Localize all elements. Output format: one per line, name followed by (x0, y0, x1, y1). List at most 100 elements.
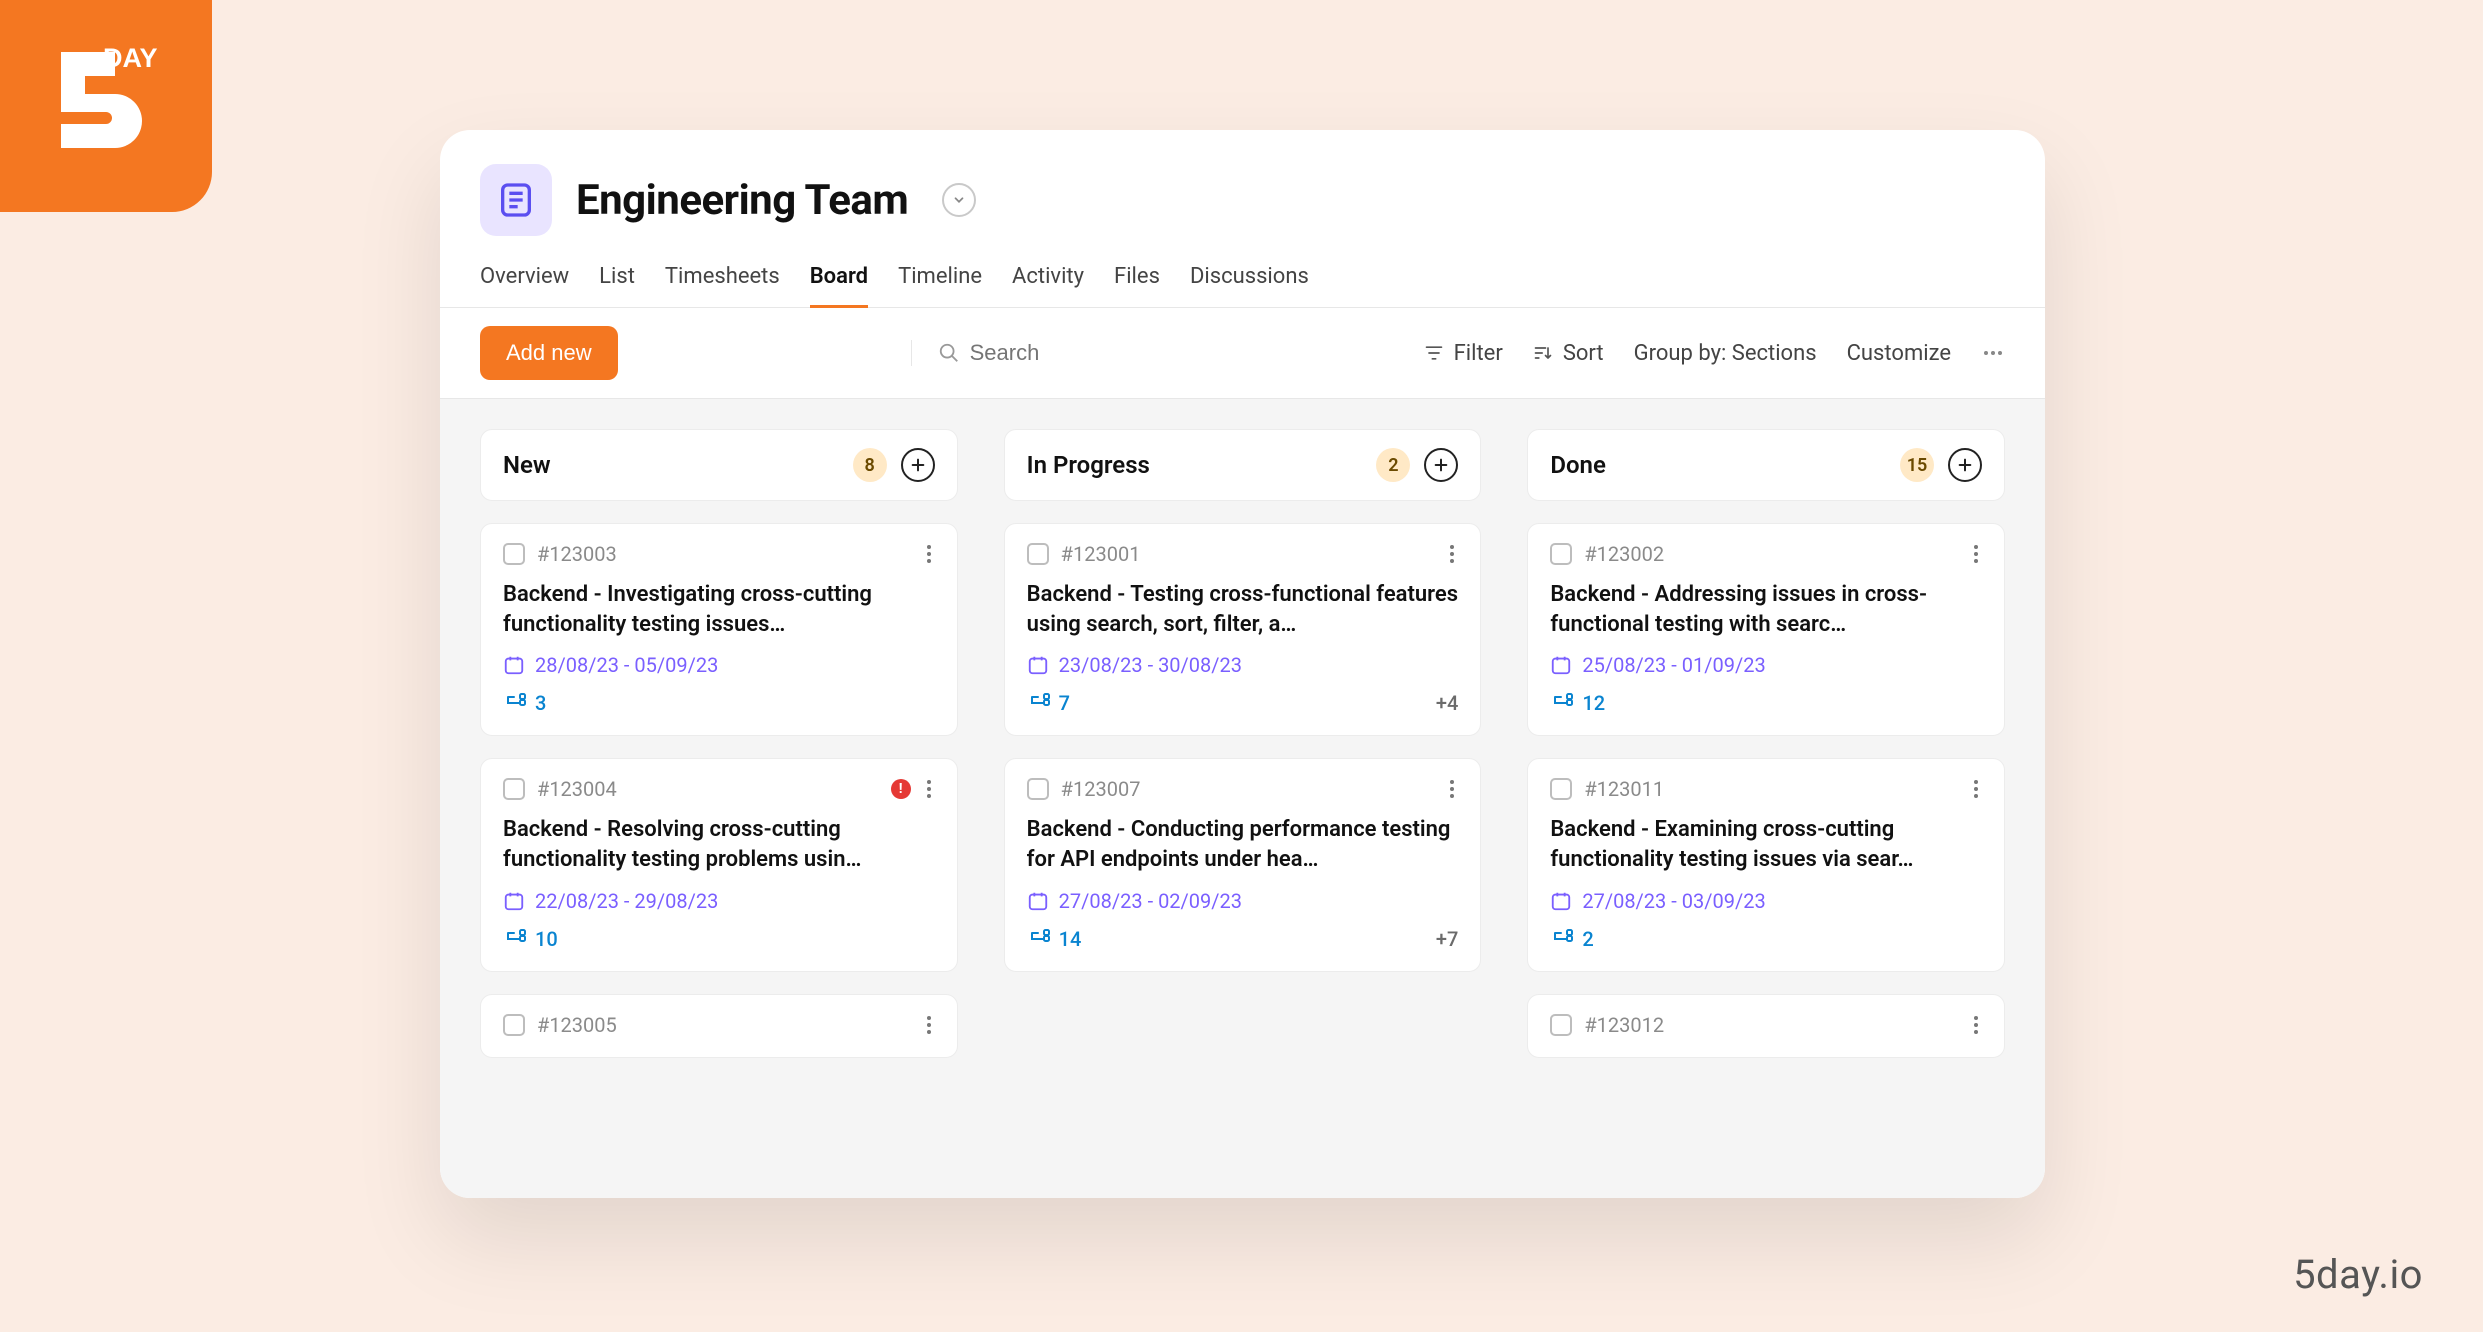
column-count-badge: 2 (1376, 448, 1410, 482)
subtask-count: 14 (1059, 927, 1082, 951)
calendar-icon (1550, 654, 1572, 676)
task-footer: 3 (503, 691, 935, 715)
project-title: Engineering Team (576, 176, 908, 225)
tab-files[interactable]: Files (1114, 264, 1160, 307)
column-title: Done (1550, 451, 1606, 479)
subtask-count: 2 (1582, 927, 1593, 951)
task-id: #123001 (1061, 542, 1141, 566)
subtasks-icon (1550, 927, 1574, 951)
card-more-button[interactable] (1446, 780, 1458, 798)
task-card[interactable]: #123011 Backend - Examining cross-cuttin… (1527, 758, 2005, 971)
project-icon (480, 164, 552, 236)
filter-button[interactable]: Filter (1424, 341, 1503, 366)
tab-timesheets[interactable]: Timesheets (665, 264, 780, 307)
tab-overview[interactable]: Overview (480, 264, 569, 307)
tab-board[interactable]: Board (810, 264, 868, 308)
column-new: New 8 #123003 Backend - Investigating cr… (480, 429, 958, 1198)
filter-label: Filter (1454, 341, 1503, 366)
subtasks-icon (1027, 691, 1051, 715)
brand-badge: DAY (0, 0, 212, 212)
task-id: #123003 (537, 542, 617, 566)
more-horizontal-icon (1981, 341, 2005, 365)
sort-icon (1533, 343, 1553, 363)
plus-icon (1433, 457, 1449, 473)
column-in-progress: In Progress 2 #123001 Backend - Testing … (1004, 429, 1482, 1198)
calendar-icon (1027, 654, 1049, 676)
toolbar: Add new Filter Sort Group by: Sections C… (440, 308, 2045, 399)
task-date-range: 23/08/23 - 30/08/23 (1059, 653, 1242, 677)
task-footer: 10 (503, 927, 935, 951)
column-header: In Progress 2 (1004, 429, 1482, 501)
filter-icon (1424, 343, 1444, 363)
task-id: #123004 (537, 777, 617, 801)
subtask-count: 12 (1582, 691, 1605, 715)
task-id: #123002 (1584, 542, 1664, 566)
column-title: In Progress (1027, 451, 1150, 479)
column-add-button[interactable] (1424, 448, 1458, 482)
group-by-button[interactable]: Group by: Sections (1634, 341, 1817, 366)
avatar-overflow: +4 (1436, 691, 1458, 715)
brand-logo-icon: DAY (31, 31, 181, 181)
column-count-badge: 15 (1900, 448, 1934, 482)
tab-timeline[interactable]: Timeline (898, 264, 982, 307)
task-card[interactable]: #123005 (480, 994, 958, 1058)
task-id: #123012 (1584, 1013, 1664, 1037)
plus-icon (910, 457, 926, 473)
task-card[interactable]: #123012 (1527, 994, 2005, 1058)
column-add-button[interactable] (901, 448, 935, 482)
task-title: Backend - Addressing issues in cross-fun… (1550, 580, 1982, 639)
search-field[interactable] (911, 340, 1131, 366)
tab-bar: Overview List Timesheets Board Timeline … (440, 246, 2045, 308)
task-title: Backend - Investigating cross-cutting fu… (503, 580, 935, 639)
task-card[interactable]: #123001 Backend - Testing cross-function… (1004, 523, 1482, 736)
search-icon (938, 342, 960, 364)
task-checkbox[interactable] (503, 543, 525, 565)
task-footer: 14 +7 (1027, 927, 1459, 951)
card-more-button[interactable] (1970, 1016, 1982, 1034)
sort-button[interactable]: Sort (1533, 341, 1604, 366)
card-more-button[interactable] (923, 780, 935, 798)
task-checkbox[interactable] (1027, 778, 1049, 800)
project-header: Engineering Team (440, 130, 2045, 246)
task-checkbox[interactable] (1550, 778, 1572, 800)
card-more-button[interactable] (923, 545, 935, 563)
calendar-icon (503, 890, 525, 912)
task-checkbox[interactable] (503, 1014, 525, 1036)
subtasks-icon (503, 927, 527, 951)
task-id: #123007 (1061, 777, 1141, 801)
customize-button[interactable]: Customize (1847, 341, 1951, 366)
avatar-overflow: +7 (1436, 927, 1458, 951)
card-more-button[interactable] (1446, 545, 1458, 563)
task-checkbox[interactable] (503, 778, 525, 800)
task-card[interactable]: #123004 ! Backend - Resolving cross-cutt… (480, 758, 958, 971)
task-checkbox[interactable] (1550, 1014, 1572, 1036)
subtask-count: 10 (535, 927, 558, 951)
task-checkbox[interactable] (1550, 543, 1572, 565)
calendar-icon (503, 654, 525, 676)
task-dates: 22/08/23 - 29/08/23 (503, 889, 935, 913)
task-date-range: 27/08/23 - 03/09/23 (1582, 889, 1765, 913)
task-card[interactable]: #123002 Backend - Addressing issues in c… (1527, 523, 2005, 736)
task-date-range: 22/08/23 - 29/08/23 (535, 889, 718, 913)
task-footer: 12 (1550, 691, 1982, 715)
tab-discussions[interactable]: Discussions (1190, 264, 1309, 307)
card-more-button[interactable] (1970, 545, 1982, 563)
task-dates: 25/08/23 - 01/09/23 (1550, 653, 1982, 677)
subtasks-icon (503, 691, 527, 715)
toolbar-more-button[interactable] (1981, 341, 2005, 365)
task-card[interactable]: #123003 Backend - Investigating cross-cu… (480, 523, 958, 736)
task-date-range: 28/08/23 - 05/09/23 (535, 653, 718, 677)
tab-activity[interactable]: Activity (1012, 264, 1084, 307)
search-input[interactable] (970, 340, 1110, 366)
task-card[interactable]: #123007 Backend - Conducting performance… (1004, 758, 1482, 971)
project-dropdown-button[interactable] (942, 183, 976, 217)
column-header: New 8 (480, 429, 958, 501)
column-count-badge: 8 (853, 448, 887, 482)
card-more-button[interactable] (1970, 780, 1982, 798)
add-new-button[interactable]: Add new (480, 326, 618, 380)
column-add-button[interactable] (1948, 448, 1982, 482)
task-checkbox[interactable] (1027, 543, 1049, 565)
card-more-button[interactable] (923, 1016, 935, 1034)
task-id: #123011 (1584, 777, 1664, 801)
tab-list[interactable]: List (599, 264, 635, 307)
